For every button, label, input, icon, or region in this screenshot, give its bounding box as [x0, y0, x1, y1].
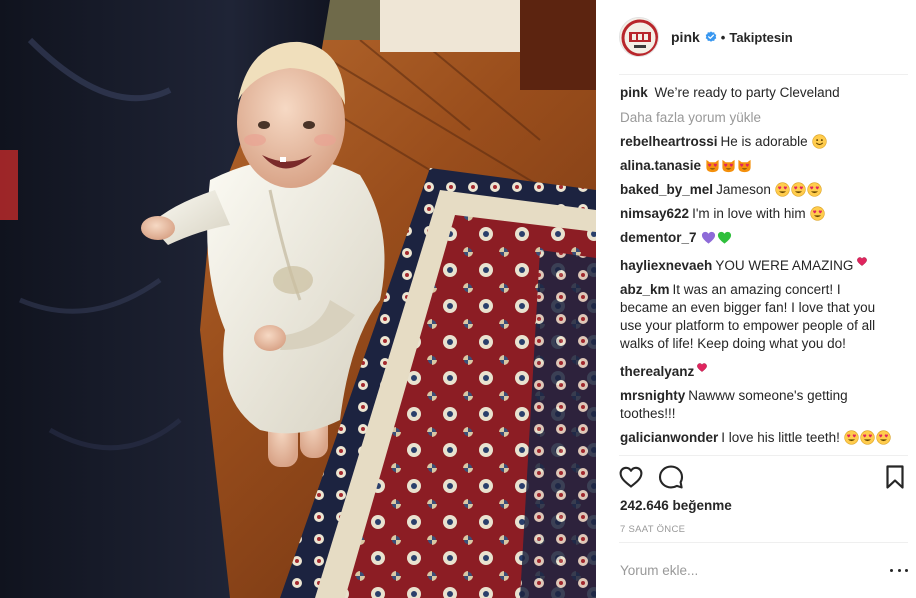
comment-text: He is adorable [720, 134, 808, 149]
heart-eyes-cat-emoji-icon [705, 158, 720, 173]
likes-count[interactable]: 242.646 beğenme [620, 498, 732, 513]
speech-bubble-icon [658, 465, 684, 489]
comment-username[interactable]: abz_km [620, 282, 670, 297]
header-separator: • [720, 29, 726, 45]
comment-username[interactable]: nimsay622 [620, 206, 689, 221]
comment-item: therealyanz [620, 359, 892, 381]
more-options-icon-dot [890, 568, 893, 572]
comment-username[interactable]: dementor_7 [620, 230, 697, 245]
heart-eyes-emoji-icon [791, 182, 806, 197]
add-comment-input[interactable] [620, 559, 860, 581]
comment-text: YOU WERE AMAZING [715, 258, 854, 273]
heart-eyes-cat-emoji-icon [721, 158, 736, 173]
header-divider [619, 74, 908, 75]
comment-item: nimsay622 I'm in love with him [620, 205, 892, 223]
comment-username[interactable]: baked_by_mel [620, 182, 713, 197]
comment-username[interactable]: therealyanz [620, 364, 694, 379]
save-button[interactable] [882, 464, 910, 492]
verified-badge-icon [705, 31, 717, 43]
smile-emoji-icon [811, 134, 827, 149]
caption-username[interactable]: pink [620, 85, 648, 100]
heart-eyes-emoji-icon [844, 430, 859, 445]
comment-text: I'm in love with him [692, 206, 806, 221]
comment-username[interactable]: galicianwonder [620, 430, 718, 445]
load-more-comments-button[interactable]: Daha fazla yorum yükle [620, 110, 892, 125]
avatar[interactable] [619, 17, 659, 57]
green-heart-emoji-icon [717, 230, 732, 245]
heart-eyes-emoji-icon [807, 182, 822, 197]
small-heart-emoji-icon [857, 253, 868, 266]
post-photo[interactable] [0, 0, 596, 598]
comment-username[interactable]: alina.tanasie [620, 158, 701, 173]
post-author-username[interactable]: pink [671, 29, 700, 45]
bookmark-icon [886, 465, 904, 489]
comment-item: baked_by_mel Jameson [620, 181, 892, 199]
comment-item: hayliexnevaeh YOU WERE AMAZING [620, 253, 892, 275]
more-options-icon-dot [897, 568, 901, 572]
comment-button[interactable] [658, 464, 686, 492]
heart-outline-icon [619, 466, 643, 488]
small-heart-emoji-icon [697, 359, 708, 372]
purple-heart-emoji-icon [701, 230, 716, 245]
comment-text: Jameson [716, 182, 771, 197]
post-caption: pink We’re ready to party Cleveland [620, 84, 892, 102]
comment-item: alina.tanasie [620, 157, 892, 175]
comment-item: rebelheartrossi He is adorable [620, 133, 892, 151]
post-sidebar: pink • Takiptesin pink We’re ready to pa… [596, 0, 916, 598]
more-options-button[interactable] [890, 562, 908, 578]
comment-username[interactable]: rebelheartrossi [620, 134, 718, 149]
more-options-icon-dot [905, 568, 908, 572]
comment-item: dementor_7 [620, 229, 892, 247]
heart-eyes-emoji-icon [860, 430, 875, 445]
like-button[interactable] [618, 464, 646, 492]
comment-item: mrsnighty Nawww someone's getting toothes… [620, 387, 892, 423]
heart-eyes-cat-emoji-icon [737, 158, 752, 173]
input-divider [619, 542, 908, 543]
comment-username[interactable]: mrsnighty [620, 388, 685, 403]
post-timestamp[interactable]: 7 SAAT ÖNCE [620, 524, 685, 535]
heart-eyes-emoji-icon [876, 430, 891, 445]
follow-status-button[interactable]: Takiptesin [729, 30, 792, 45]
comment-item: abz_km It was an amazing concert! I becam… [620, 281, 892, 353]
comments-list[interactable]: pink We’re ready to party Cleveland Daha… [620, 84, 892, 454]
post-image [0, 0, 596, 598]
comment-text: I love his little teeth! [721, 430, 840, 445]
post-header: pink • Takiptesin [596, 0, 916, 74]
heart-eyes-emoji-icon [775, 182, 790, 197]
post-actions [618, 464, 914, 492]
comment-item: galicianwonder I love his little teeth! [620, 429, 892, 447]
caption-text: We’re ready to party Cleveland [654, 85, 840, 100]
heart-eyes-emoji-icon [810, 206, 825, 221]
actions-divider [619, 455, 908, 456]
comment-username[interactable]: hayliexnevaeh [620, 258, 712, 273]
